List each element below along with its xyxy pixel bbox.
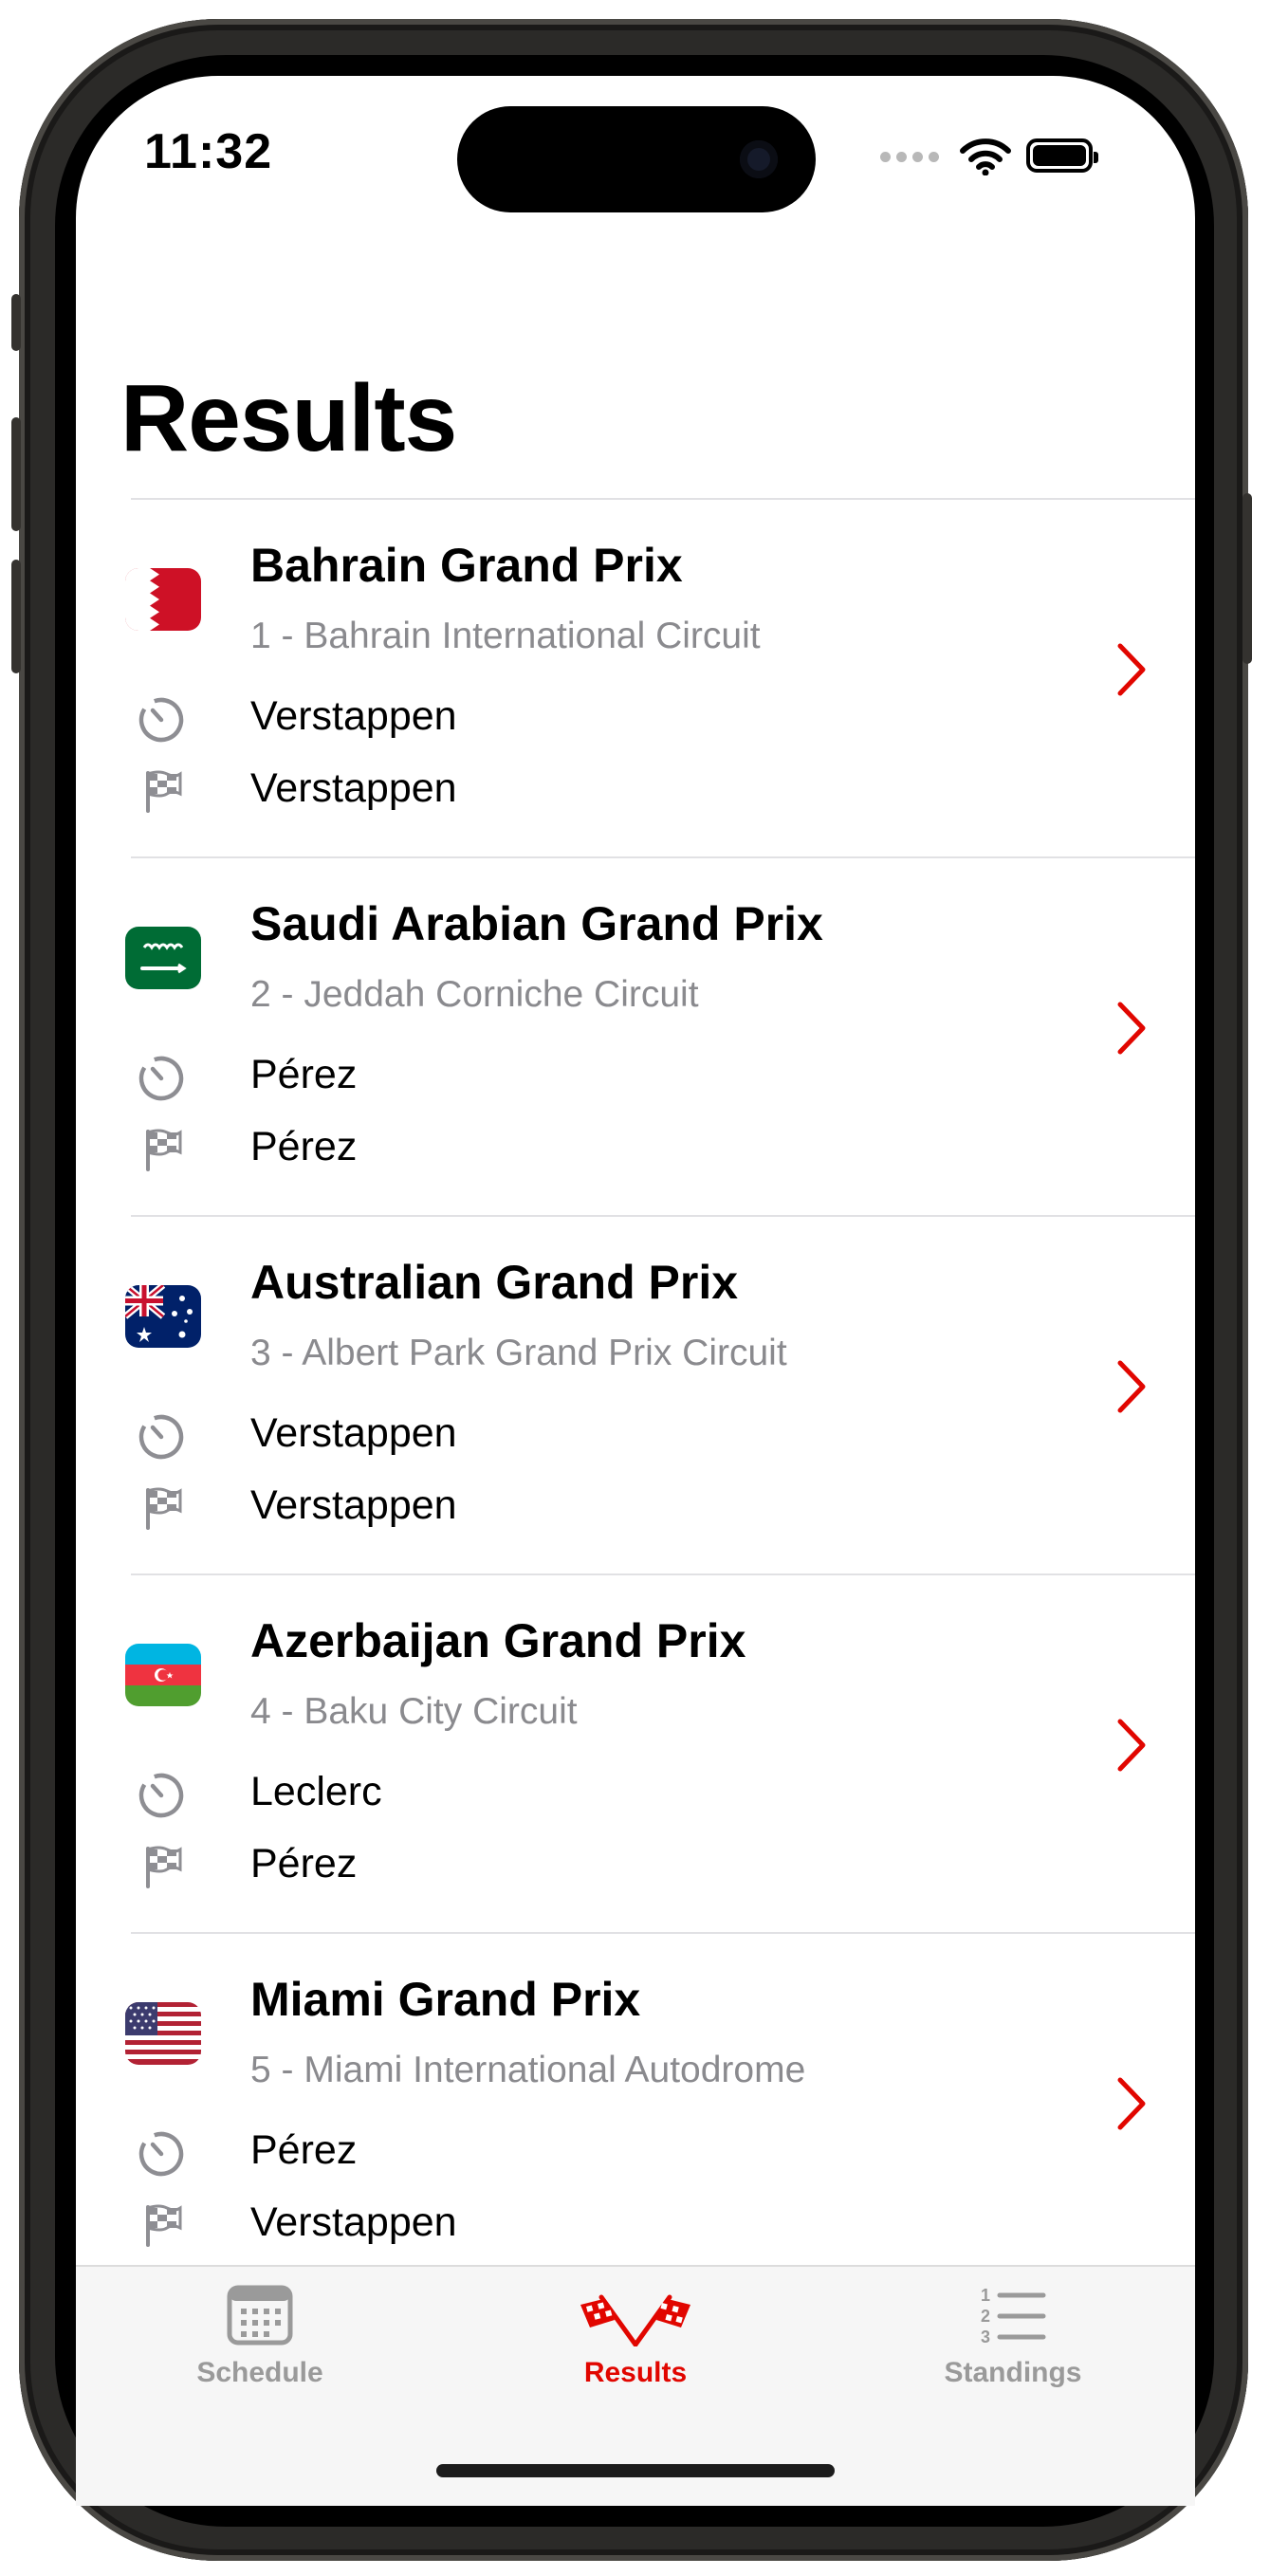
- usa-flag-icon: [125, 2002, 201, 2065]
- pole-driver: Verstappen: [250, 693, 457, 739]
- cellular-signal-icon: [880, 151, 939, 162]
- race-subtitle: 4 - Baku City Circuit: [250, 1691, 578, 1732]
- australia-flag-icon: [125, 1285, 201, 1348]
- stopwatch-icon: [138, 2131, 184, 2177]
- race-subtitle: 2 - Jeddah Corniche Circuit: [250, 974, 699, 1015]
- volume-up-button: [11, 417, 21, 531]
- race-name: Saudi Arabian Grand Prix: [250, 897, 823, 950]
- saudi-arabia-flag-icon: [125, 927, 201, 989]
- volume-down-button: [11, 560, 21, 673]
- chevron-right-icon[interactable]: [1113, 1718, 1150, 1773]
- battery-icon: [1026, 138, 1098, 173]
- home-indicator[interactable]: [436, 2464, 835, 2477]
- checkered-flag-icon: [146, 2204, 182, 2247]
- race-row-bahrain[interactable]: Bahrain Grand Prix 1 - Bahrain Internati…: [125, 498, 1195, 856]
- dynamic-island: [457, 106, 816, 212]
- svg-text:1: 1: [981, 2286, 990, 2305]
- azerbaijan-flag-icon: [125, 1644, 201, 1706]
- stopwatch-icon: [138, 1056, 184, 1101]
- checkered-flag-icon: [146, 770, 182, 813]
- status-icons: [880, 138, 1011, 175]
- race-row-australia[interactable]: Australian Grand Prix 3 - Albert Park Gr…: [125, 1215, 1195, 1573]
- pole-driver: Leclerc: [250, 1769, 382, 1814]
- pole-driver: Verstappen: [250, 1410, 457, 1456]
- svg-text:3: 3: [981, 2328, 990, 2346]
- winner-driver: Verstappen: [250, 1482, 457, 1528]
- checkered-flag-icon: [146, 1129, 182, 1171]
- stopwatch-icon: [138, 1773, 184, 1818]
- race-subtitle: 5 - Miami International Autodrome: [250, 2050, 806, 2090]
- winner-driver: Pérez: [250, 1841, 358, 1886]
- checkered-flags-icon: [580, 2294, 690, 2347]
- calendar-icon: [227, 2285, 293, 2346]
- winner-driver: Verstappen: [250, 2199, 457, 2245]
- pole-driver: Pérez: [250, 1052, 358, 1097]
- chevron-right-icon[interactable]: [1113, 2076, 1150, 2131]
- tab-standings[interactable]: 1 2 3 Standings: [899, 2284, 1127, 2389]
- race-name: Azerbaijan Grand Prix: [250, 1614, 746, 1667]
- camera-icon: [740, 140, 778, 178]
- race-row-miami[interactable]: Miami Grand Prix 5 - Miami International…: [125, 1932, 1195, 2291]
- race-row-saudi-arabia[interactable]: Saudi Arabian Grand Prix 2 - Jeddah Corn…: [125, 856, 1195, 1215]
- chevron-right-icon[interactable]: [1113, 1001, 1150, 1056]
- checkered-flag-icon: [146, 1487, 182, 1530]
- results-list: Bahrain Grand Prix 1 - Bahrain Internati…: [76, 498, 1195, 2291]
- tab-schedule[interactable]: Schedule: [146, 2284, 374, 2389]
- tab-label: Schedule: [196, 2357, 323, 2388]
- svg-text:2: 2: [981, 2307, 990, 2326]
- numbered-list-icon: 1 2 3: [981, 2286, 1046, 2346]
- race-subtitle: 1 - Bahrain International Circuit: [250, 616, 761, 656]
- stopwatch-icon: [138, 697, 184, 743]
- chevron-right-icon[interactable]: [1113, 1359, 1150, 1414]
- power-button: [1242, 493, 1252, 664]
- winner-driver: Pérez: [250, 1124, 358, 1169]
- wifi-icon: [960, 138, 1011, 175]
- race-name: Australian Grand Prix: [250, 1256, 739, 1309]
- status-time: 11:32: [144, 124, 273, 179]
- race-name: Miami Grand Prix: [250, 1973, 641, 2026]
- bahrain-flag-icon: [125, 568, 201, 631]
- race-subtitle: 3 - Albert Park Grand Prix Circuit: [250, 1333, 787, 1373]
- tab-label: Results: [583, 2357, 688, 2388]
- chevron-right-icon[interactable]: [1113, 642, 1150, 697]
- winner-driver: Verstappen: [250, 765, 457, 811]
- tab-results[interactable]: Results: [522, 2284, 749, 2389]
- race-row-azerbaijan[interactable]: Azerbaijan Grand Prix 4 - Baku City Circ…: [125, 1573, 1195, 1932]
- stopwatch-icon: [138, 1414, 184, 1460]
- page-title: Results: [120, 365, 457, 471]
- race-name: Bahrain Grand Prix: [250, 539, 683, 592]
- tab-label: Standings: [944, 2357, 1082, 2388]
- pole-driver: Pérez: [250, 2127, 358, 2173]
- mute-switch: [11, 294, 21, 351]
- checkered-flag-icon: [146, 1846, 182, 1888]
